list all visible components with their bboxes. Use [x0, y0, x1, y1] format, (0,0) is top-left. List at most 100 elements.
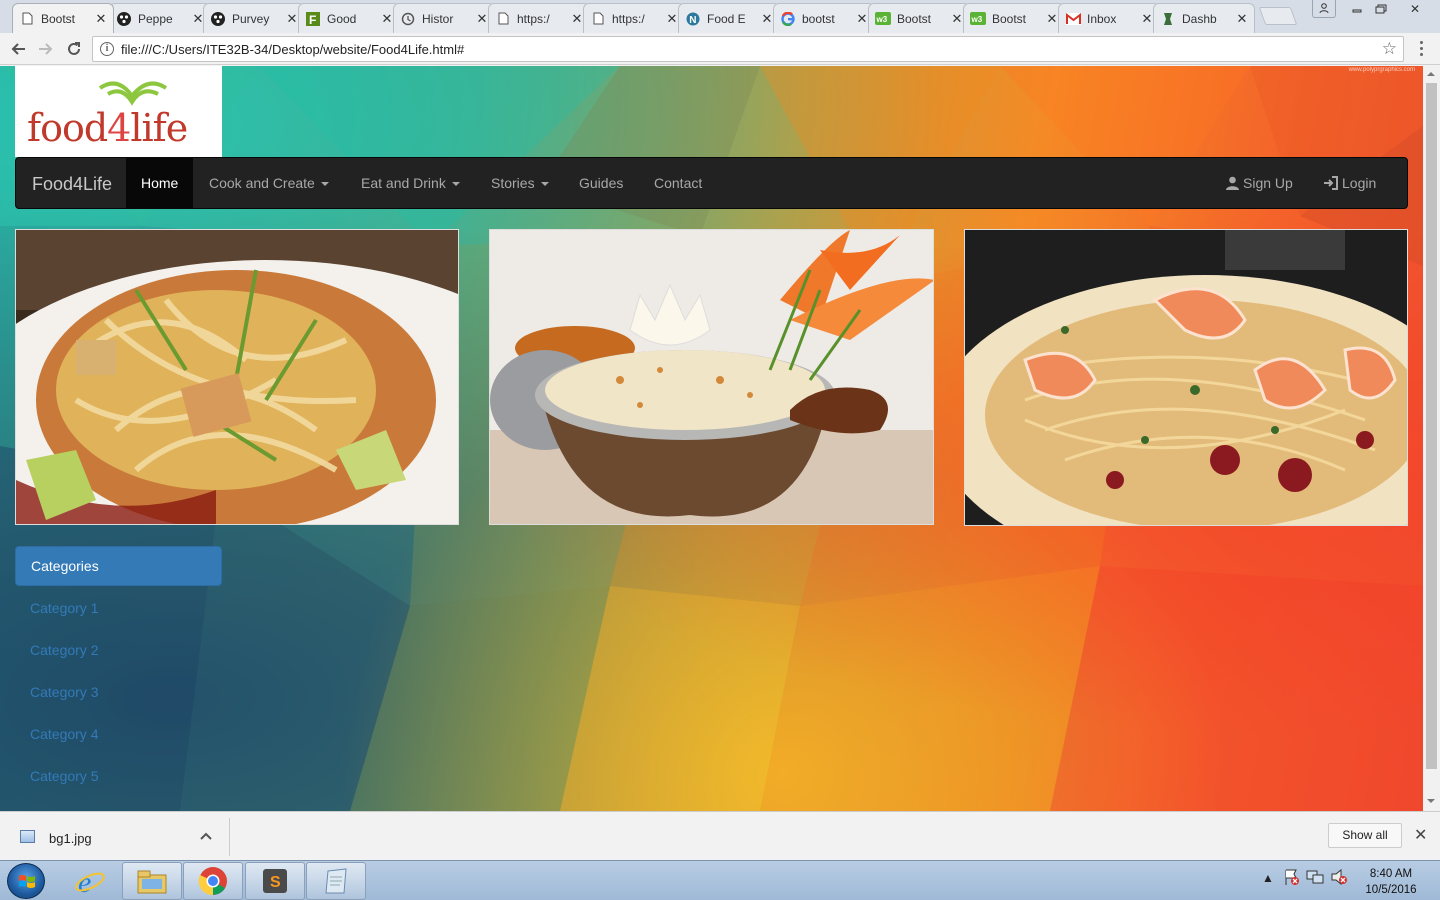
close-window-button[interactable]: ✕ — [1400, 0, 1430, 18]
caret-down-icon — [320, 182, 329, 187]
image-file-icon — [20, 830, 35, 843]
menu-icon[interactable] — [1414, 38, 1428, 60]
tab-title: Inbox — [1087, 11, 1117, 26]
close-icon[interactable]: ✕ — [1236, 11, 1248, 27]
svg-text:w3: w3 — [971, 15, 983, 24]
watermark: www.polyprgraphics.com — [1348, 67, 1415, 73]
nav-cook-and-create[interactable]: Cook and Create — [194, 158, 344, 208]
scrollbar-thumb[interactable] — [1426, 83, 1437, 769]
browser-tab[interactable]: w3 Bootst ✕ — [963, 3, 1065, 33]
close-icon[interactable]: ✕ — [761, 11, 773, 27]
network-icon[interactable] — [1306, 869, 1324, 888]
chevron-up-icon[interactable] — [200, 827, 212, 843]
page-icon — [19, 11, 35, 27]
caret-down-icon — [451, 182, 460, 187]
tab-title: bootst — [802, 11, 835, 26]
notepad-icon[interactable] — [306, 862, 366, 900]
show-all-button[interactable]: Show all — [1328, 823, 1402, 848]
close-icon[interactable]: ✕ — [666, 11, 678, 27]
nav-home[interactable]: Home — [126, 158, 194, 208]
forward-arrow-icon[interactable] — [34, 37, 58, 61]
nav-sign-up[interactable]: Sign Up — [1211, 158, 1308, 208]
close-icon[interactable]: ✕ — [286, 11, 298, 27]
site-dots-icon — [116, 11, 132, 27]
nav-login[interactable]: Login — [1309, 158, 1391, 208]
bookmark-star-icon[interactable]: ☆ — [1382, 39, 1397, 59]
tab-title: Bootst — [992, 11, 1027, 26]
address-bar[interactable]: i file:///C:/Users/ITE32B-34/Desktop/web… — [92, 36, 1404, 62]
food4life-logo[interactable]: food4life — [15, 66, 222, 157]
browser-tab[interactable]: bootst ✕ — [773, 3, 875, 33]
maximize-button[interactable] — [1368, 0, 1394, 18]
browser-tab[interactable]: Inbox ✕ — [1058, 3, 1160, 33]
browser-tab[interactable]: Purvey ✕ — [203, 3, 305, 33]
shrimp-pad-thai-photo — [964, 229, 1408, 526]
close-icon[interactable]: ✕ — [1414, 825, 1427, 845]
new-tab-button[interactable] — [1258, 7, 1298, 25]
volume-muted-icon[interactable] — [1330, 868, 1348, 888]
profile-icon[interactable] — [1312, 0, 1336, 18]
sublime-text-icon[interactable]: S — [245, 862, 305, 900]
category-link[interactable]: Category 4 — [30, 726, 98, 742]
svg-text:N: N — [689, 15, 696, 26]
browser-tab[interactable]: https:/ ✕ — [488, 3, 590, 33]
history-icon — [400, 11, 416, 27]
info-icon[interactable]: i — [100, 42, 114, 56]
page-icon — [590, 11, 606, 27]
category-link[interactable]: Category 3 — [30, 684, 98, 700]
clock-time: 8:40 AM — [1369, 868, 1413, 880]
download-item[interactable]: bg1.jpg — [0, 818, 230, 856]
chrome-icon[interactable] — [183, 862, 243, 900]
category-link[interactable]: Category 5 — [30, 768, 98, 784]
download-bar: bg1.jpg Show all ✕ — [0, 811, 1440, 860]
google-icon — [780, 11, 796, 27]
nav-contact[interactable]: Contact — [639, 158, 717, 208]
action-center-flag-icon[interactable] — [1283, 868, 1299, 889]
start-button[interactable] — [7, 863, 45, 899]
browser-tab[interactable]: N Food E ✕ — [678, 3, 780, 33]
browser-tab[interactable]: Dashb ✕ — [1153, 3, 1255, 33]
site-dots-icon — [210, 11, 226, 27]
tab-title: Good — [327, 11, 357, 26]
back-arrow-icon[interactable] — [6, 37, 30, 61]
browser-toolbar: i file:///C:/Users/ITE32B-34/Desktop/web… — [0, 33, 1440, 65]
browser-tab[interactable]: Histor ✕ — [393, 3, 495, 33]
scroll-up-icon[interactable] — [1427, 72, 1435, 76]
close-icon[interactable]: ✕ — [95, 11, 107, 27]
nav-eat-and-drink[interactable]: Eat and Drink — [346, 158, 475, 208]
category-link[interactable]: Category 1 — [30, 600, 98, 616]
login-icon — [1324, 176, 1338, 190]
browser-tab[interactable]: Bootst ✕ — [12, 3, 114, 33]
tab-title: Purvey — [232, 11, 270, 26]
nav-stories[interactable]: Stories — [476, 158, 564, 208]
system-clock[interactable]: 8:40 AM 10/5/2016 — [1358, 866, 1424, 898]
nav-guides[interactable]: Guides — [564, 158, 638, 208]
navbar-brand[interactable]: Food4Life — [32, 174, 112, 195]
browser-tab[interactable]: F Good ✕ — [298, 3, 400, 33]
internet-explorer-icon[interactable]: e — [60, 862, 120, 900]
show-hidden-icons-icon[interactable]: ▲ — [1262, 871, 1274, 885]
categories-heading[interactable]: Categories — [15, 546, 222, 586]
close-icon[interactable]: ✕ — [1046, 11, 1058, 27]
browser-tab[interactable]: Peppe ✕ — [109, 3, 211, 33]
close-icon[interactable]: ✕ — [476, 11, 488, 27]
close-icon[interactable]: ✕ — [1141, 11, 1153, 27]
close-icon[interactable]: ✕ — [951, 11, 963, 27]
tab-title: Dashb — [1182, 11, 1217, 26]
minimize-button[interactable] — [1344, 0, 1370, 18]
address-url[interactable]: file:///C:/Users/ITE32B-34/Desktop/websi… — [121, 42, 464, 57]
close-icon[interactable]: ✕ — [571, 11, 583, 27]
download-filename[interactable]: bg1.jpg — [49, 831, 92, 846]
page-scrollbar[interactable] — [1423, 66, 1440, 811]
browser-tab[interactable]: w3 Bootst ✕ — [868, 3, 970, 33]
tab-title: Bootst — [897, 11, 932, 26]
reload-icon[interactable] — [62, 37, 86, 61]
category-link[interactable]: Category 2 — [30, 642, 98, 658]
scroll-down-icon[interactable] — [1427, 799, 1435, 803]
close-icon[interactable]: ✕ — [856, 11, 868, 27]
tab-strip: Bootst ✕ Peppe ✕ Purvey ✕ F Good ✕ Histo… — [0, 0, 1440, 33]
close-icon[interactable]: ✕ — [381, 11, 393, 27]
site-n-icon: N — [685, 11, 701, 27]
file-explorer-icon[interactable] — [122, 862, 182, 900]
browser-tab[interactable]: https:/ ✕ — [583, 3, 685, 33]
